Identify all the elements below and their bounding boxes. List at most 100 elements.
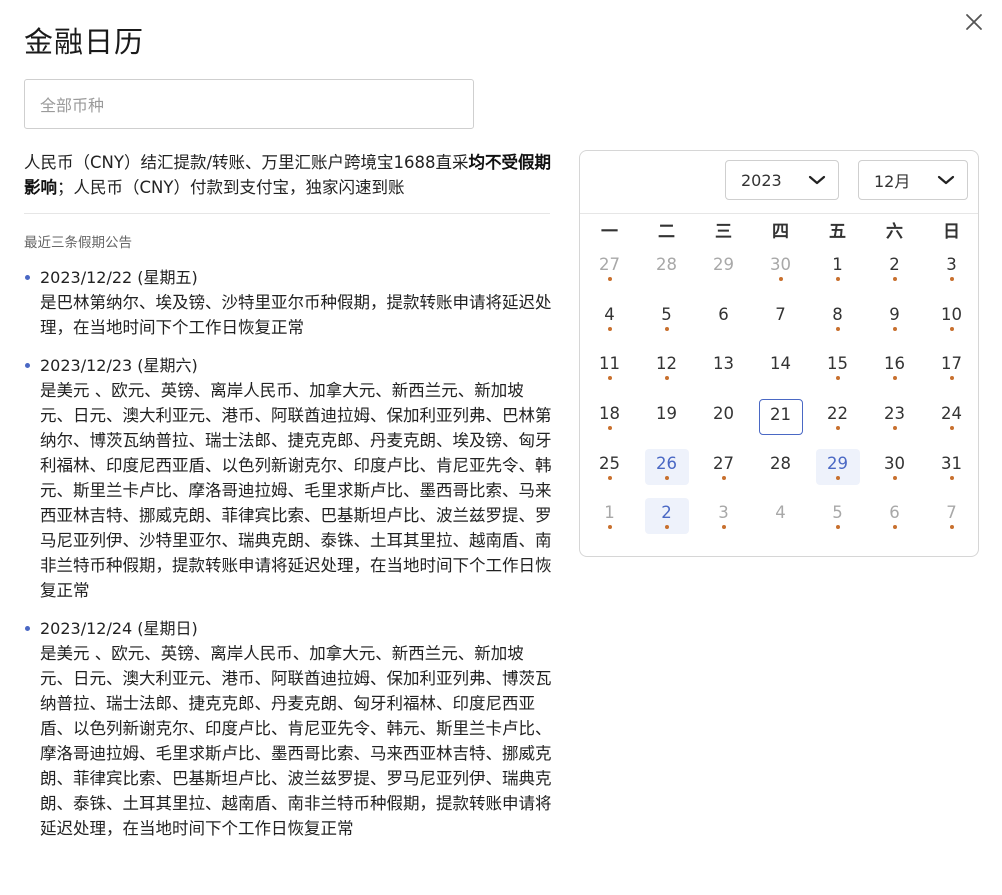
calendar-day[interactable]: 1 — [581, 497, 638, 547]
calendar-day[interactable]: 3 — [923, 249, 980, 299]
calendar-day-box[interactable]: 27 — [588, 250, 632, 286]
calendar-day-number: 27 — [599, 255, 620, 274]
calendar-day[interactable]: 14 — [752, 348, 809, 398]
calendar-day[interactable]: 5 — [638, 299, 695, 349]
currency-select-placeholder: 全部币种 — [40, 96, 105, 115]
calendar-day-box[interactable]: 19 — [645, 399, 689, 435]
calendar-day-box[interactable]: 5 — [645, 300, 689, 336]
calendar-day-box[interactable]: 30 — [873, 449, 917, 485]
calendar-day-box[interactable]: 4 — [759, 498, 803, 534]
calendar-day-box[interactable]: 1 — [588, 498, 632, 534]
calendar-day[interactable]: 10 — [923, 299, 980, 349]
calendar-day[interactable]: 31 — [923, 448, 980, 498]
calendar-day-box[interactable]: 7 — [930, 498, 974, 534]
calendar-day[interactable]: 28 — [752, 448, 809, 498]
calendar-day-box[interactable]: 18 — [588, 399, 632, 435]
holiday-dot — [949, 376, 954, 381]
calendar-day[interactable]: 7 — [752, 299, 809, 349]
calendar-day-box[interactable]: 25 — [588, 449, 632, 485]
year-select[interactable]: 2023 — [725, 160, 839, 200]
calendar-day-box[interactable]: 5 — [816, 498, 860, 534]
calendar-day-box[interactable]: 16 — [873, 349, 917, 385]
month-select[interactable]: 12月 — [858, 160, 968, 200]
calendar-day[interactable]: 20 — [695, 398, 752, 448]
calendar-day-box[interactable]: 11 — [588, 349, 632, 385]
calendar-day-box[interactable]: 24 — [930, 399, 974, 435]
calendar-day[interactable]: 6 — [866, 497, 923, 547]
calendar-day-box[interactable]: 13 — [702, 349, 746, 385]
calendar-day-box[interactable]: 20 — [702, 399, 746, 435]
calendar-day-number: 18 — [599, 404, 620, 424]
calendar-day-box[interactable]: 31 — [930, 449, 974, 485]
calendar-day[interactable]: 8 — [809, 299, 866, 349]
close-button[interactable] — [962, 10, 986, 34]
calendar-day[interactable]: 24 — [923, 398, 980, 448]
calendar-day[interactable]: 23 — [866, 398, 923, 448]
calendar-day[interactable]: 30 — [866, 448, 923, 498]
calendar-day[interactable]: 17 — [923, 348, 980, 398]
calendar-day[interactable]: 15 — [809, 348, 866, 398]
calendar-day[interactable]: 9 — [866, 299, 923, 349]
calendar-day[interactable]: 29 — [695, 249, 752, 299]
calendar-day-number: 7 — [946, 503, 957, 523]
calendar-day[interactable]: 30 — [752, 249, 809, 299]
calendar-day[interactable]: 26 — [638, 448, 695, 498]
holiday-dot — [607, 475, 612, 480]
calendar-day[interactable]: 25 — [581, 448, 638, 498]
currency-select[interactable]: 全部币种 — [24, 79, 474, 129]
calendar-day[interactable]: 22 — [809, 398, 866, 448]
calendar-day[interactable]: 2 — [638, 497, 695, 547]
calendar-day-box[interactable]: 17 — [930, 349, 974, 385]
calendar-day[interactable]: 18 — [581, 398, 638, 448]
calendar-day-box[interactable]: 3 — [930, 250, 974, 286]
calendar-day-box[interactable]: 4 — [588, 300, 632, 336]
calendar-day[interactable]: 4 — [581, 299, 638, 349]
calendar-day-box[interactable]: 6 — [702, 300, 746, 336]
holiday-dot — [607, 525, 612, 530]
calendar-day-box[interactable]: 10 — [930, 300, 974, 336]
calendar-day[interactable]: 1 — [809, 249, 866, 299]
calendar-day[interactable]: 27 — [695, 448, 752, 498]
calendar-day-box[interactable]: 26 — [644, 448, 689, 485]
calendar-day[interactable]: 29 — [809, 448, 866, 498]
calendar-day[interactable]: 6 — [695, 299, 752, 349]
calendar-day-box[interactable]: 28 — [759, 449, 803, 485]
calendar-day-number: 8 — [832, 304, 843, 324]
calendar-day-box[interactable]: 6 — [873, 498, 917, 534]
calendar-day-box[interactable]: 29 — [702, 250, 746, 286]
calendar-day-box[interactable]: 29 — [815, 448, 860, 485]
divider — [24, 213, 550, 214]
calendar-day[interactable]: 27 — [581, 249, 638, 299]
announcement-item: 2023/12/24 (星期日) 是美元 、欧元、英镑、离岸人民币、加拿大元、新… — [24, 616, 554, 841]
calendar-day-box[interactable]: 8 — [816, 300, 860, 336]
calendar-day-box[interactable]: 15 — [816, 349, 860, 385]
calendar-day-box[interactable]: 3 — [702, 498, 746, 534]
calendar-day-box[interactable]: 2 — [873, 250, 917, 286]
calendar-day[interactable]: 7 — [923, 497, 980, 547]
calendar-day-box[interactable]: 2 — [644, 498, 689, 535]
calendar-day-box[interactable]: 23 — [873, 399, 917, 435]
calendar-day[interactable]: 28 — [638, 249, 695, 299]
chevron-down-icon — [937, 175, 955, 185]
calendar-day-box[interactable]: 22 — [816, 399, 860, 435]
calendar-day[interactable]: 11 — [581, 348, 638, 398]
calendar-day[interactable]: 19 — [638, 398, 695, 448]
calendar-day-box[interactable]: 21 — [758, 399, 803, 436]
calendar-day-box[interactable]: 28 — [645, 250, 689, 286]
calendar-day-box[interactable]: 9 — [873, 300, 917, 336]
calendar-day[interactable]: 13 — [695, 348, 752, 398]
calendar-day-box[interactable]: 27 — [702, 449, 746, 485]
calendar-day[interactable]: 2 — [866, 249, 923, 299]
calendar-day[interactable]: 21 — [752, 398, 809, 448]
calendar-day[interactable]: 12 — [638, 348, 695, 398]
calendar-day-box[interactable]: 7 — [759, 300, 803, 336]
calendar-day-box[interactable]: 1 — [816, 250, 860, 286]
calendar-day-box[interactable]: 30 — [759, 250, 803, 286]
calendar-day[interactable]: 3 — [695, 497, 752, 547]
calendar-day[interactable]: 16 — [866, 348, 923, 398]
announcement-text: 是美元 、欧元、英镑、离岸人民币、加拿大元、新西兰元、新加坡元、日元、澳大利亚元… — [40, 381, 552, 600]
calendar-day[interactable]: 5 — [809, 497, 866, 547]
calendar-day[interactable]: 4 — [752, 497, 809, 547]
calendar-day-box[interactable]: 12 — [645, 349, 689, 385]
calendar-day-box[interactable]: 14 — [759, 349, 803, 385]
